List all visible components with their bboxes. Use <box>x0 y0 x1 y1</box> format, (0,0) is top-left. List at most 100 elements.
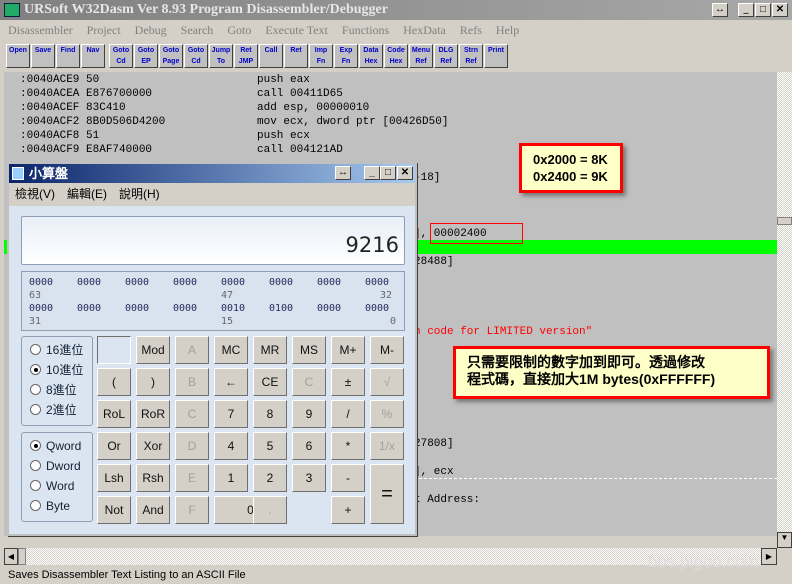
menu-ref-icon[interactable]: Menu Ref <box>409 44 433 68</box>
listing-row[interactable]: :0040ACF2 8B0D506D4200 mov ecx, dword ptr… <box>4 115 777 129</box>
navigate-icon[interactable]: Nav <box>81 44 105 68</box>
scroll-left-arrow-icon[interactable]: ◀ <box>4 548 18 565</box>
ret-jmp-icon[interactable]: Ret JMP <box>234 44 258 68</box>
listing-row-partial[interactable]: 27808] <box>414 437 774 451</box>
radix-radio-2進位[interactable]: 2進位 <box>30 400 77 420</box>
key-7[interactable]: 7 <box>214 400 248 428</box>
menu-item[interactable]: Functions <box>342 23 395 37</box>
calc-menu-item[interactable]: 說明(H) <box>119 187 160 201</box>
scroll-right-arrow-icon[interactable]: ▶ <box>761 548 777 565</box>
key-CE[interactable]: CE <box>253 368 287 396</box>
listing-row-partial[interactable]: h code for LIMITED version" <box>414 325 774 339</box>
key-M-[interactable]: M- <box>370 336 404 364</box>
key-4[interactable]: 4 <box>214 432 248 460</box>
listing-row-partial[interactable]: t Address: <box>414 493 774 507</box>
string-ref-icon[interactable]: Strn Ref <box>459 44 483 68</box>
key-=[interactable]: = <box>370 464 404 524</box>
minimize-button[interactable]: _ <box>738 3 754 17</box>
key-←[interactable]: ← <box>214 368 248 396</box>
key-A[interactable]: A <box>175 336 209 364</box>
calc-menu-item[interactable]: 檢視(V) <box>15 187 55 201</box>
key-+[interactable]: + <box>331 496 365 524</box>
listing-row[interactable]: :0040ACE9 50 push eax <box>4 73 777 87</box>
radix-radio-8進位[interactable]: 8進位 <box>30 380 77 400</box>
radio-button-icon[interactable] <box>30 500 41 511</box>
key-Xor[interactable]: Xor <box>136 432 170 460</box>
export-fn-icon[interactable]: Exp Fn <box>334 44 358 68</box>
key-E[interactable]: E <box>175 464 209 492</box>
menu-item[interactable]: Project <box>87 23 127 37</box>
radio-button-icon[interactable] <box>30 480 41 491</box>
menu-item[interactable]: Debug <box>135 23 173 37</box>
goto-code-start-icon[interactable]: Goto Cd Start <box>109 44 133 68</box>
maximize-button[interactable]: □ <box>755 3 771 17</box>
resize-button[interactable]: ↔ <box>712 3 728 17</box>
hscroll-thumb[interactable] <box>18 548 26 565</box>
radio-button-icon[interactable] <box>30 440 41 451</box>
scroll-down-arrow-icon[interactable]: ▼ <box>777 532 792 548</box>
calc-close-button[interactable]: ✕ <box>397 166 413 180</box>
size-radio-Byte[interactable]: Byte <box>30 496 70 516</box>
flashlight-icon[interactable]: Find <box>56 44 80 68</box>
key-.[interactable]: . <box>253 496 287 524</box>
listing-row-partial[interactable]: 8], 00000000 <box>411 535 777 536</box>
scroll-thumb[interactable] <box>777 217 792 225</box>
size-radio-Qword[interactable]: Qword <box>30 436 81 456</box>
listing-row[interactable]: :0040ACEF 83C410 add esp, 00000010 <box>4 101 777 115</box>
size-radio-Dword[interactable]: Dword <box>30 456 81 476</box>
calc-minimize-button[interactable]: _ <box>364 166 380 180</box>
key-%[interactable]: % <box>370 400 404 428</box>
key-Rsh[interactable]: Rsh <box>136 464 170 492</box>
key-1[interactable]: 1 <box>214 464 248 492</box>
calc-maximize-button[interactable]: □ <box>380 166 396 180</box>
key-*[interactable]: * <box>331 432 365 460</box>
key-Lsh[interactable]: Lsh <box>97 464 131 492</box>
key-And[interactable]: And <box>136 496 170 524</box>
radio-button-icon[interactable] <box>30 460 41 471</box>
key-Mod[interactable]: Mod <box>136 336 170 364</box>
goto-page-icon[interactable]: Goto Page <box>159 44 183 68</box>
listing-row[interactable]: :0040ACF9 E8AF740000 call 004121AD <box>4 143 777 157</box>
menu-item[interactable]: Refs <box>460 23 488 37</box>
close-button[interactable]: ✕ <box>772 3 788 17</box>
key-Or[interactable]: Or <box>97 432 131 460</box>
key-M+[interactable]: M+ <box>331 336 365 364</box>
calc-resize-button[interactable]: ↔ <box>335 166 351 180</box>
listing-row[interactable]: :0040ACEA E876700000 call 00411D65 <box>4 87 777 101</box>
menu-item[interactable]: Search <box>181 23 220 37</box>
radio-button-icon[interactable] <box>30 404 41 415</box>
calc-menu-item[interactable]: 編輯(E) <box>67 187 107 201</box>
open-file-icon[interactable]: Open <box>6 44 30 68</box>
listing-row-partial[interactable]: ], ecx <box>414 465 774 479</box>
code-hex-icon[interactable]: Code Hex <box>384 44 408 68</box>
key-RoL[interactable]: RoL <box>97 400 131 428</box>
vertical-scrollbar[interactable]: ▼ <box>777 72 792 548</box>
key-C[interactable]: C <box>175 400 209 428</box>
key-)[interactable]: ) <box>136 368 170 396</box>
key-RoR[interactable]: RoR <box>136 400 170 428</box>
key-3[interactable]: 3 <box>292 464 326 492</box>
menu-item[interactable]: Execute Text <box>265 23 334 37</box>
key-([interactable]: ( <box>97 368 131 396</box>
radio-button-icon[interactable] <box>30 364 41 375</box>
radio-button-icon[interactable] <box>30 344 41 355</box>
import-fn-icon[interactable]: Imp Fn <box>309 44 333 68</box>
listing-row-partial[interactable]: 28488] <box>414 255 774 269</box>
data-hex-icon[interactable]: Data Hex <box>359 44 383 68</box>
key-D[interactable]: D <box>175 432 209 460</box>
key-MS[interactable]: MS <box>292 336 326 364</box>
goto-code-location-icon[interactable]: Goto Cd Loc <box>184 44 208 68</box>
key-9[interactable]: 9 <box>292 400 326 428</box>
key-F[interactable]: F <box>175 496 209 524</box>
call-icon[interactable]: Call <box>259 44 283 68</box>
radix-radio-10進位[interactable]: 10進位 <box>30 360 83 380</box>
dialog-ref-icon[interactable]: DLG Ref <box>434 44 458 68</box>
key-5[interactable]: 5 <box>253 432 287 460</box>
listing-row[interactable]: :0040ACF8 51 push ecx <box>4 129 777 143</box>
key-C[interactable]: C <box>292 368 326 396</box>
menu-item[interactable]: HexData <box>403 23 452 37</box>
key-MR[interactable]: MR <box>253 336 287 364</box>
size-radio-Word[interactable]: Word <box>30 476 74 496</box>
key-MC[interactable]: MC <box>214 336 248 364</box>
key-/[interactable]: / <box>331 400 365 428</box>
